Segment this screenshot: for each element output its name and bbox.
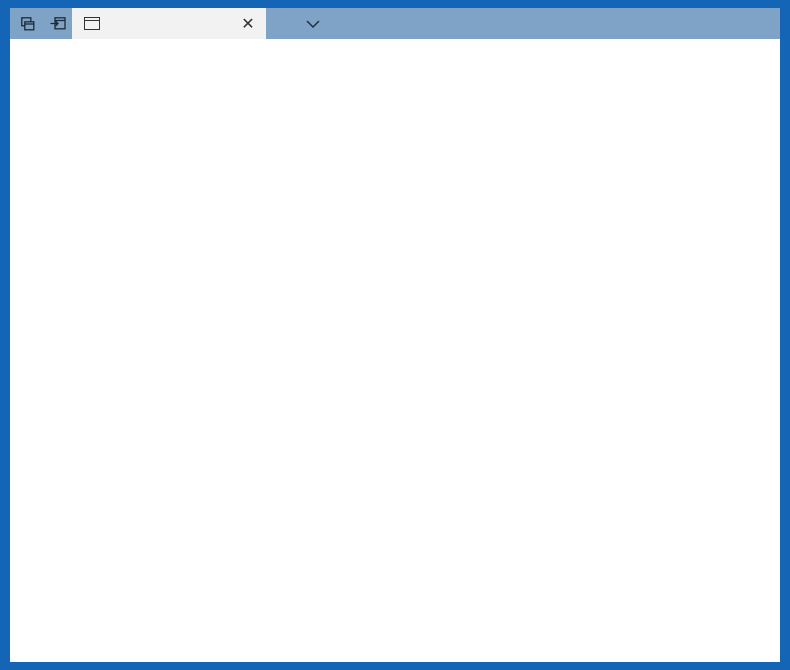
browser-window: ✕ [10, 8, 780, 662]
tab-chat[interactable]: ✕ [72, 8, 266, 39]
tab-list-button[interactable] [300, 8, 326, 39]
tab-strip: ✕ [10, 8, 780, 39]
tab-close-button[interactable]: ✕ [236, 8, 260, 39]
new-tab-button[interactable] [268, 8, 296, 39]
set-aside-tabs-icon[interactable] [40, 8, 76, 39]
minimize-button-area [691, 8, 735, 39]
chevron-down-icon [306, 20, 320, 28]
page-icon [84, 17, 100, 30]
